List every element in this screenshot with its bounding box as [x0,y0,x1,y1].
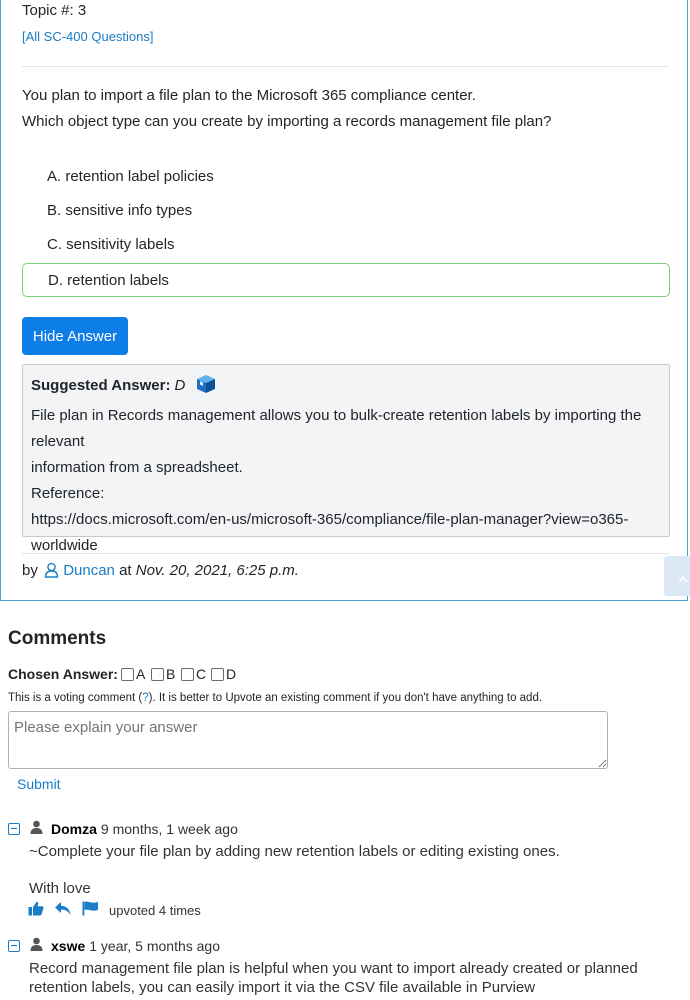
comment-header: Domza 9 months, 1 week ago [8,820,238,837]
upvote-count: upvoted 4 times [109,902,201,918]
all-questions-link[interactable]: [All SC-400 Questions] [22,29,154,44]
choice-d[interactable]: D. retention labels [22,263,670,297]
option-d-checkbox[interactable]: D [211,666,236,682]
user-icon [30,820,43,837]
choice-b[interactable]: B. sensitive info types [22,194,670,228]
voting-note: This is a voting comment (?). It is bett… [8,692,542,704]
collapse-icon[interactable] [8,822,20,835]
suggested-answer-label: Suggested Answer: [31,377,171,394]
cube-icon [195,374,217,403]
explanation-line1: File plan in Records management allows y… [31,407,642,450]
post-date: Nov. 20, 2021, 6:25 p.m. [135,562,299,579]
comment-actions: upvoted 4 times [28,901,201,919]
comment-time: 9 months, 1 week ago [100,820,238,837]
voting-note-post: ). It is better to Upvote an existing co… [148,692,543,704]
comment-author[interactable]: xswe [51,938,85,954]
choice-a[interactable]: A. retention label policies [22,160,670,194]
reference-label: Reference: [31,485,105,502]
question-text-line1: You plan to import a file plan to the Mi… [22,87,476,104]
comment-body-line1: Record management file plan is helpful w… [29,960,638,977]
option-b-checkbox[interactable]: B [151,666,175,682]
user-outline-icon [44,562,59,582]
option-label: D [226,666,237,682]
by-label: by [22,562,38,579]
reference-url-line1[interactable]: https://docs.microsoft.com/en-us/microso… [31,507,661,533]
suggested-answer-line: Suggested Answer: D [31,373,661,403]
option-c-checkbox[interactable]: C [181,666,206,682]
chosen-answer-label: Chosen Answer: [8,666,118,682]
question-card: Topic #: 3 [All SC-400 Questions] You pl… [0,0,690,601]
comments-heading: Comments [8,628,107,649]
choice-c[interactable]: C. sensitivity labels [22,228,670,262]
option-label: A [136,666,146,682]
explanation-line2: information from a spreadsheet. [31,459,243,476]
chevron-up-icon [678,570,688,588]
comment-input[interactable] [8,711,608,769]
submit-button[interactable]: Submit [17,776,61,792]
option-a-checkbox[interactable]: A [121,666,145,682]
comment-body-line2: With love [29,880,91,897]
divider [22,553,669,554]
flag-icon[interactable] [82,901,99,919]
thumbs-up-icon[interactable] [28,901,44,919]
reference-url-line2[interactable]: worldwide [31,533,661,559]
topic-number: Topic #: 3 [22,2,87,19]
option-label: B [166,666,176,682]
comment-time: 1 year, 5 months ago [89,937,221,954]
hide-answer-button[interactable]: Hide Answer [22,317,128,355]
reply-icon[interactable] [54,901,72,919]
collapse-icon[interactable] [8,939,20,952]
checkbox-box[interactable] [121,667,134,681]
comment-body-line1: ~Complete your file plan by adding new r… [29,843,560,860]
comment-body-line2: retention labels, you can easily import … [29,979,536,996]
divider [22,66,669,67]
option-label: C [196,666,207,682]
suggested-answer-box: Suggested Answer: D File plan in Records … [22,364,670,554]
scroll-to-top-button[interactable] [664,556,690,596]
comment-header: xswe 1 year, 5 months ago [8,937,220,954]
checkbox-box[interactable] [181,667,194,681]
at-label: at [119,562,132,579]
checkbox-box[interactable] [151,667,164,681]
comment-author[interactable]: Domza [51,821,97,837]
suggested-answer-letter: D [174,377,186,394]
user-icon [30,937,43,954]
voting-note-pre: This is a voting comment ( [8,692,143,704]
question-text-line2: Which object type can you create by impo… [22,113,552,130]
author-link[interactable]: Duncan [63,562,115,579]
byline: by Duncan at Nov. 20, 2021, 6:25 p.m. [22,562,299,582]
checkbox-box[interactable] [211,667,224,681]
